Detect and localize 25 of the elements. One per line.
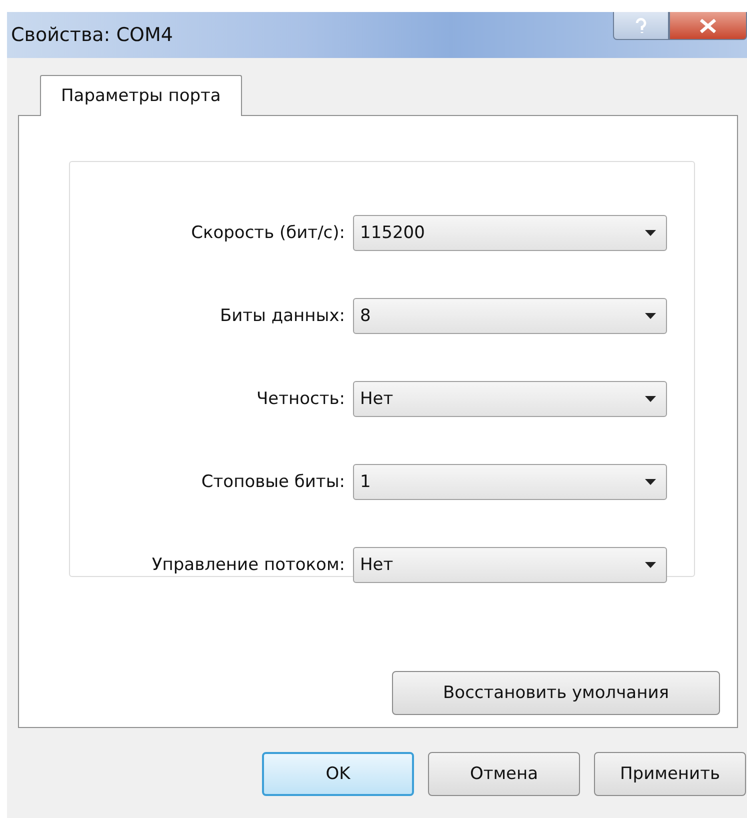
close-button[interactable] [669, 12, 747, 40]
dropdown[interactable]: 1 [353, 464, 667, 500]
setting-label: Четность: [255, 389, 345, 409]
tab[interactable]: Параметры порта [40, 75, 242, 116]
help-button[interactable] [613, 12, 669, 40]
caret-icon [645, 230, 656, 236]
setting-label: Биты данных: [218, 306, 345, 326]
caret-icon [645, 396, 656, 402]
close-icon [699, 18, 717, 32]
caret-icon [645, 562, 656, 568]
dropdown[interactable]: 115200 [353, 215, 667, 251]
dialog-button[interactable]: OK [262, 752, 414, 796]
window-title: Свойства: COM4 [10, 24, 173, 46]
dropdown[interactable]: Нет [353, 547, 667, 583]
dropdown[interactable]: Нет [353, 381, 667, 417]
caret-icon [645, 313, 656, 319]
setting-label: Управление потоком: [150, 555, 345, 575]
setting-label: Скорость (бит/с): [190, 223, 345, 243]
setting-label: Стоповые биты: [200, 472, 345, 492]
dialog-button[interactable]: Применить [594, 752, 746, 796]
restore-defaults-button[interactable]: Восстановить умолчания [392, 671, 720, 715]
dropdown[interactable]: 8 [353, 298, 667, 334]
caret-icon [645, 479, 656, 485]
help-icon [635, 18, 647, 34]
dialog-button[interactable]: Отмена [428, 752, 580, 796]
